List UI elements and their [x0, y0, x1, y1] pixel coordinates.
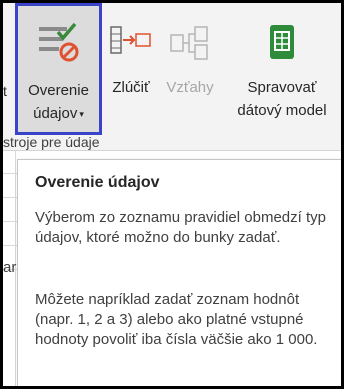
- consolidate-icon: [109, 25, 153, 59]
- data-validation-label-line1: Overenie: [28, 82, 89, 99]
- ribbon: t Overenie údajov ▾ Zlúčiť Vzťahy Spravo…: [3, 3, 341, 151]
- screenshot-frame: t Overenie údajov ▾ Zlúčiť Vzťahy Spravo…: [3, 3, 341, 386]
- relationships-icon: [169, 25, 211, 65]
- relationships-label: Vzťahy: [166, 79, 214, 96]
- manage-data-model-label-line1: Spravovať: [247, 79, 317, 96]
- manage-data-model-button[interactable]: Spravovať dátový model: [225, 3, 339, 135]
- ribbon-group-label: stroje pre údaje: [3, 134, 100, 150]
- data-validation-label-text: údajov: [33, 105, 78, 122]
- relationships-button[interactable]: Vzťahy: [161, 3, 219, 135]
- data-validation-button[interactable]: Overenie údajov ▾: [15, 3, 102, 135]
- cell-text-fragment: ar: [3, 259, 17, 276]
- tooltip-description: Výberom zo zoznamu pravidiel obmedzí typ…: [35, 209, 326, 246]
- consolidate-label: Zlúčiť: [112, 79, 150, 96]
- data-model-icon: [266, 23, 298, 65]
- ribbon-cut-label: t: [3, 83, 7, 99]
- data-validation-icon: [37, 22, 81, 66]
- consolidate-button[interactable]: Zlúčiť: [105, 3, 157, 135]
- tooltip-example: Môžete napríklad zadať zoznam hodnôt (na…: [35, 291, 318, 348]
- tooltip-title: Overenie údajov: [35, 174, 160, 191]
- manage-data-model-label-line2: dátový model: [237, 102, 327, 119]
- chevron-down-icon: ▾: [79, 108, 84, 119]
- data-validation-label-line2: údajov ▾: [18, 105, 99, 122]
- tooltip: Overenie údajov Výberom zo zoznamu pravi…: [17, 159, 341, 386]
